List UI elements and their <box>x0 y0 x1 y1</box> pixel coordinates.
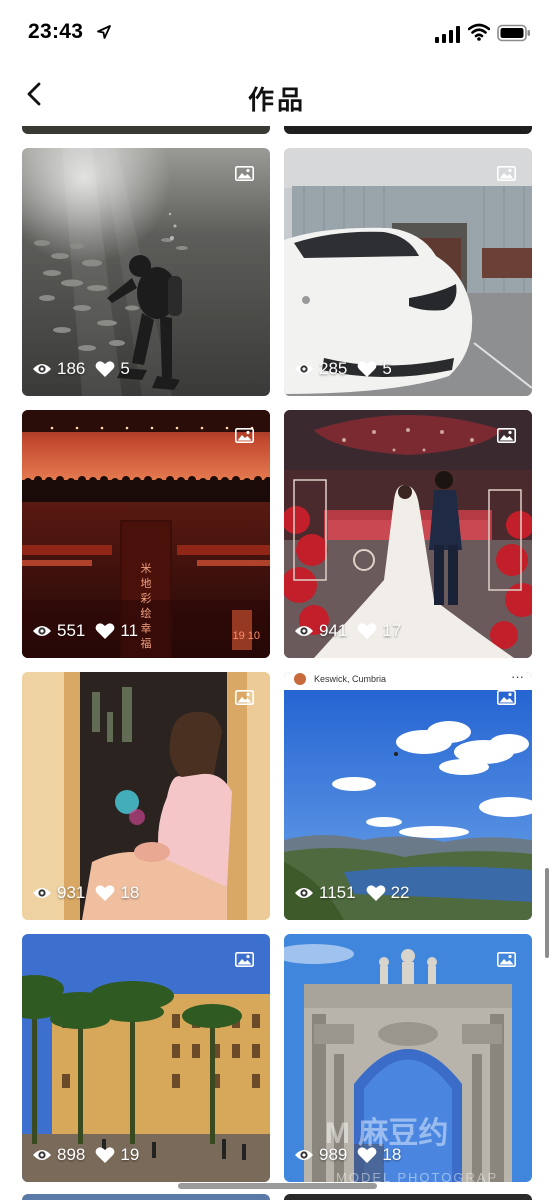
work-stats: 931 18 <box>32 882 139 904</box>
heart-icon[interactable] <box>357 622 377 640</box>
work-tile[interactable]: 285 5 <box>284 148 532 396</box>
heart-icon[interactable] <box>95 360 115 378</box>
more-icon[interactable]: ··· <box>511 672 524 684</box>
sign-character: 彩 <box>141 592 152 605</box>
sign-character: 福 <box>141 636 152 650</box>
work-tile[interactable]: 米地彩绘幸福 19 10 551 11 <box>22 410 270 658</box>
work-tile-partial-left[interactable] <box>22 126 270 134</box>
view-count: 285 <box>319 359 348 378</box>
heart-icon[interactable] <box>95 1146 115 1164</box>
sign-character: 绘 <box>141 606 152 620</box>
status-time: 23:43 <box>28 20 84 43</box>
image-type-icon <box>497 690 516 705</box>
eye-icon <box>295 364 313 374</box>
work-stats: 898 19 <box>32 1144 139 1166</box>
watermark: M 麻豆约 <box>325 1117 449 1150</box>
sign-character: 米 <box>141 562 152 575</box>
image-type-icon <box>235 690 254 705</box>
heart-icon[interactable] <box>95 884 115 902</box>
wifi-icon <box>468 23 490 41</box>
like-count: 19 <box>120 1145 140 1164</box>
like-count: 17 <box>382 621 402 640</box>
work-tile[interactable]: 898 19 <box>22 934 270 1182</box>
eye-icon <box>295 1150 313 1160</box>
image-type-icon <box>497 952 516 967</box>
theater-sign-text: 米地彩绘幸福 <box>141 562 152 650</box>
work-tile[interactable]: 186 5 <box>22 148 270 396</box>
heart-icon[interactable] <box>366 884 386 902</box>
scrollbar[interactable] <box>545 868 549 958</box>
eye-icon <box>295 888 313 898</box>
page-title: 作品 <box>247 85 306 115</box>
view-count: 898 <box>57 1145 86 1164</box>
eye-icon <box>33 1150 51 1160</box>
work-stats: 551 11 <box>32 620 138 642</box>
home-indicator[interactable] <box>178 1183 377 1189</box>
image-type-icon <box>235 428 254 443</box>
work-tile-partial-left[interactable] <box>22 1194 270 1200</box>
image-type-icon <box>497 166 516 181</box>
eye-icon <box>33 888 51 898</box>
signal-icon <box>435 26 460 43</box>
view-count: 941 <box>319 621 348 640</box>
status-bar: 23:43 <box>0 0 554 68</box>
eye-icon <box>33 364 51 374</box>
nav-bar: 作品 <box>0 68 554 126</box>
work-tile[interactable]: 941 17 <box>284 410 532 658</box>
svg-text:米地彩绘幸福: 米地彩绘幸福 <box>141 562 152 650</box>
like-count: 5 <box>120 359 130 378</box>
theater-sign-small: 19 10 <box>232 630 260 642</box>
eye-icon <box>295 626 313 636</box>
heart-icon[interactable] <box>95 622 115 640</box>
work-stats: 285 5 <box>294 358 392 380</box>
eye-icon <box>33 626 51 636</box>
like-count: 22 <box>390 883 410 902</box>
work-stats: 186 5 <box>32 358 130 380</box>
sign-character: 幸 <box>141 622 152 635</box>
work-tile-partial-right[interactable] <box>284 126 532 134</box>
work-stats: 1151 22 <box>294 882 409 904</box>
image-type-icon <box>235 952 254 967</box>
work-tile-partial-right[interactable] <box>284 1194 532 1200</box>
image-type-icon <box>497 428 516 443</box>
sign-character: 地 <box>141 577 152 590</box>
like-count: 18 <box>120 883 140 902</box>
works-grid[interactable]: 186 5 285 5 米地彩绘幸福 19 10 551 11 941 17 9… <box>0 126 554 1200</box>
view-count: 1151 <box>319 883 356 902</box>
heart-icon[interactable] <box>357 360 377 378</box>
like-count: 5 <box>382 359 392 378</box>
view-count: 551 <box>57 621 86 640</box>
view-count: 186 <box>57 359 86 378</box>
battery-icon <box>497 24 530 42</box>
work-stats: 941 17 <box>294 620 401 642</box>
work-tile[interactable]: 931 18 <box>22 672 270 920</box>
like-count: 11 <box>120 621 139 640</box>
image-type-icon <box>235 166 254 181</box>
view-count: 931 <box>57 883 86 902</box>
work-tile[interactable]: Keswick, Cumbria ··· 1151 22 <box>284 672 532 920</box>
post-header: Keswick, Cumbria <box>314 674 387 684</box>
location-arrow-icon <box>97 25 111 39</box>
